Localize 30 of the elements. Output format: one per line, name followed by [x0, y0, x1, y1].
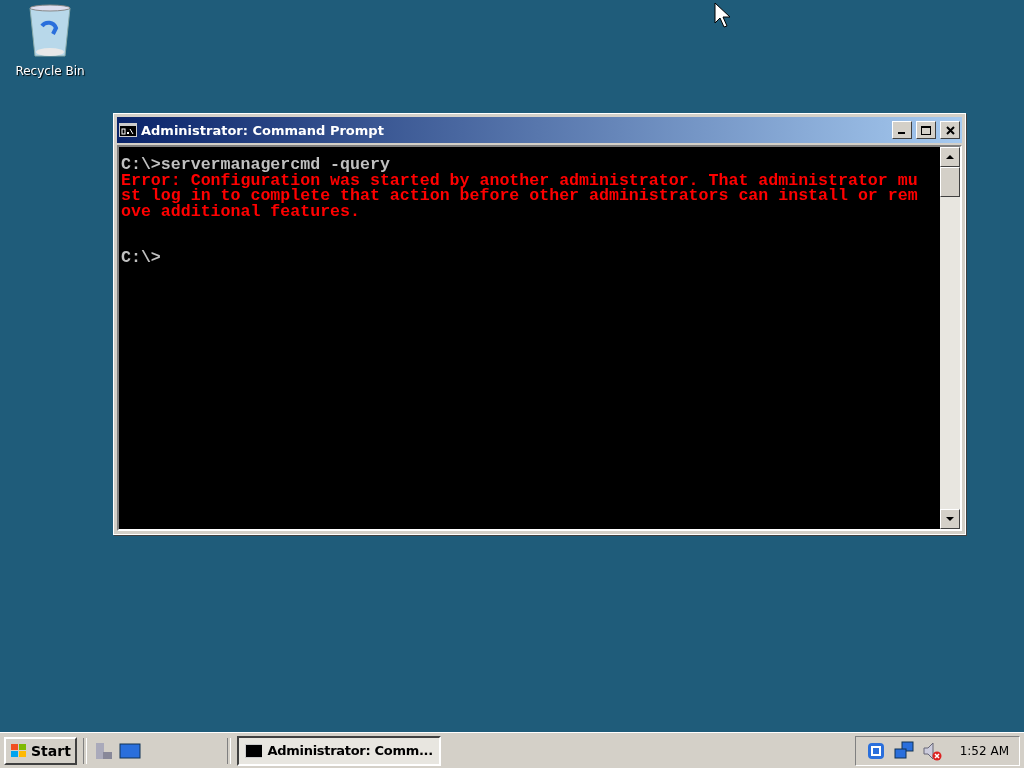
command-line: C:\>servermanagercmd -query	[121, 157, 390, 173]
desktop-icon[interactable]	[118, 741, 141, 760]
command-prompt: C:\>	[121, 250, 162, 266]
error-line: Error: Configuration was started by another administrator. That administrator mu	[121, 172, 919, 188]
scroll-down-button[interactable]	[940, 509, 960, 529]
mouse-cursor-icon	[714, 2, 730, 28]
scroll-thumb[interactable]	[940, 167, 960, 197]
taskbar-window-button[interactable]: Administrator: Comm...	[236, 735, 441, 766]
maximize-icon	[921, 125, 931, 135]
console-icon	[119, 123, 137, 137]
close-icon	[945, 125, 955, 135]
network-sync-icon[interactable]	[865, 740, 886, 761]
recycle-bin-icon[interactable]	[26, 4, 74, 60]
error-line: st log in to complete that action before other administrators can install or rem	[121, 188, 919, 204]
scroll-up-button[interactable]	[940, 147, 960, 167]
window-title: Administrator: Command Prompt	[141, 122, 385, 138]
muted-speaker-icon[interactable]	[921, 740, 942, 761]
down-arrow-icon	[946, 517, 954, 521]
start-button[interactable]: Start	[4, 736, 77, 765]
maximize-button[interactable]	[916, 121, 936, 139]
close-button[interactable]	[940, 121, 960, 139]
error-line: ove additional features.	[121, 203, 361, 219]
console-icon	[244, 743, 262, 758]
network-icon[interactable]	[893, 740, 914, 761]
windows-logo-icon	[10, 742, 28, 759]
up-arrow-icon	[946, 155, 954, 159]
clock[interactable]: 1:52 AM	[959, 743, 1009, 758]
scrollbar[interactable]	[940, 147, 960, 529]
minimize-button[interactable]	[892, 121, 912, 139]
desktop-icon-label[interactable]: Recycle Bin	[15, 64, 85, 78]
